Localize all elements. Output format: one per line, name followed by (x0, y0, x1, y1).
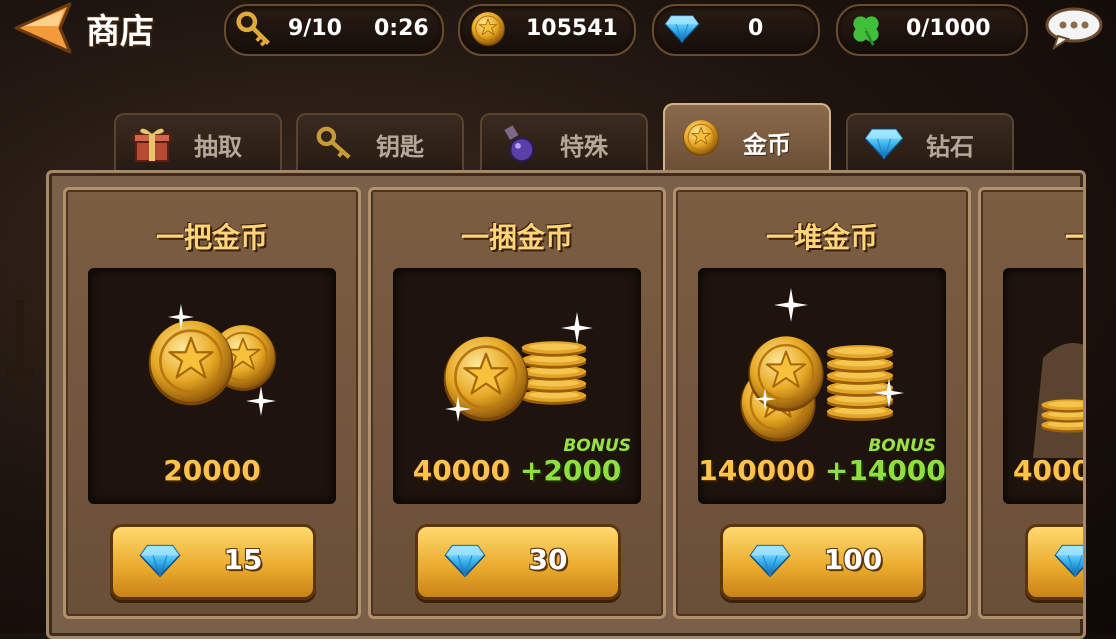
tab-draw[interactable]: 抽取 (114, 113, 282, 172)
tab-diamond[interactable]: 钻石 (846, 113, 1014, 172)
gold-counter: 105541 (458, 4, 636, 56)
diamond-icon (864, 125, 904, 163)
back-arrow-icon (14, 2, 72, 54)
buy-button[interactable]: 15 (110, 524, 316, 600)
bonus-label: BONUS (563, 436, 631, 456)
offer-price: 15 (223, 543, 263, 576)
tab-label: 钥匙 (376, 133, 424, 161)
tab-label: 金币 (743, 131, 791, 159)
tab-keys[interactable]: 钥匙 (296, 113, 464, 172)
diamond-amount: 0 (748, 16, 764, 41)
bonus-label: BONUS (868, 436, 936, 456)
chat-button[interactable] (1044, 6, 1104, 51)
offer-amount: 4000 (1013, 454, 1086, 487)
clover-icon (853, 16, 879, 46)
diamond-icon (1054, 544, 1086, 578)
offer-price: 100 (823, 543, 883, 576)
keys-counter: 9/10 0:26 (224, 4, 444, 56)
diamond-counter: 0 (652, 4, 820, 56)
tab-label: 钻石 (926, 133, 974, 161)
bonus-amount: +14000 (824, 454, 946, 487)
diamond-icon (664, 11, 700, 47)
buy-button[interactable]: 100 (720, 524, 926, 600)
gold-coin-icon (681, 119, 721, 157)
offer-card: 一把金币 20000 15 (63, 187, 361, 619)
potion-icon (504, 125, 535, 163)
keys-timer: 0:26 (374, 16, 429, 41)
offer-image: BONUS 40000 +2000 (393, 268, 641, 504)
offer-price: 30 (528, 543, 568, 576)
offer-title: 一堆金币 (765, 221, 878, 254)
offer-image: BONUS 140000 +14000 (698, 268, 946, 504)
chat-bubble-icon (1045, 7, 1103, 51)
background-lamp (4, 285, 36, 376)
offer-amount: 140000 +14000 (698, 454, 946, 487)
diamond-icon (139, 544, 181, 578)
offer-amount: 40000 +2000 (412, 454, 622, 487)
offer-amount: 20000 (163, 454, 261, 487)
back-button[interactable] (14, 2, 84, 54)
gift-box-icon (133, 128, 171, 162)
offer-image: 4000 (1003, 268, 1086, 504)
gold-coin-icon (470, 11, 506, 47)
offer-title: 一把金币 (155, 221, 268, 254)
bonus-amount: +2000 (519, 454, 622, 487)
offer-title: 一 (1065, 216, 1083, 256)
tab-gold[interactable]: 金币 (663, 103, 831, 172)
keys-count: 9/10 (288, 16, 342, 41)
buy-button[interactable]: 30 (415, 524, 621, 600)
clover-counter: 0/1000 (836, 4, 1028, 56)
tab-label: 抽取 (194, 133, 242, 161)
offer-image: 20000 (88, 268, 336, 504)
clover-amount: 0/1000 (906, 16, 991, 41)
gold-amount: 105541 (526, 16, 618, 41)
tab-special[interactable]: 特殊 (480, 113, 648, 172)
key-icon (316, 126, 351, 159)
shop-panel: 一把金币 20000 15 一捆金币 BONUS 40000 +2000 30 … (46, 170, 1086, 639)
offer-card: 一 4000 (978, 187, 1086, 619)
diamond-icon (444, 544, 486, 578)
key-icon (236, 11, 270, 47)
tab-label: 特殊 (560, 133, 608, 161)
offer-card: 一堆金币 BONUS 140000 +14000 100 (673, 187, 971, 619)
buy-button[interactable] (1025, 524, 1086, 600)
diamond-icon (749, 544, 791, 578)
page-title: 商店 (86, 12, 154, 52)
offer-card: 一捆金币 BONUS 40000 +2000 30 (368, 187, 666, 619)
offer-title: 一捆金币 (460, 221, 573, 254)
